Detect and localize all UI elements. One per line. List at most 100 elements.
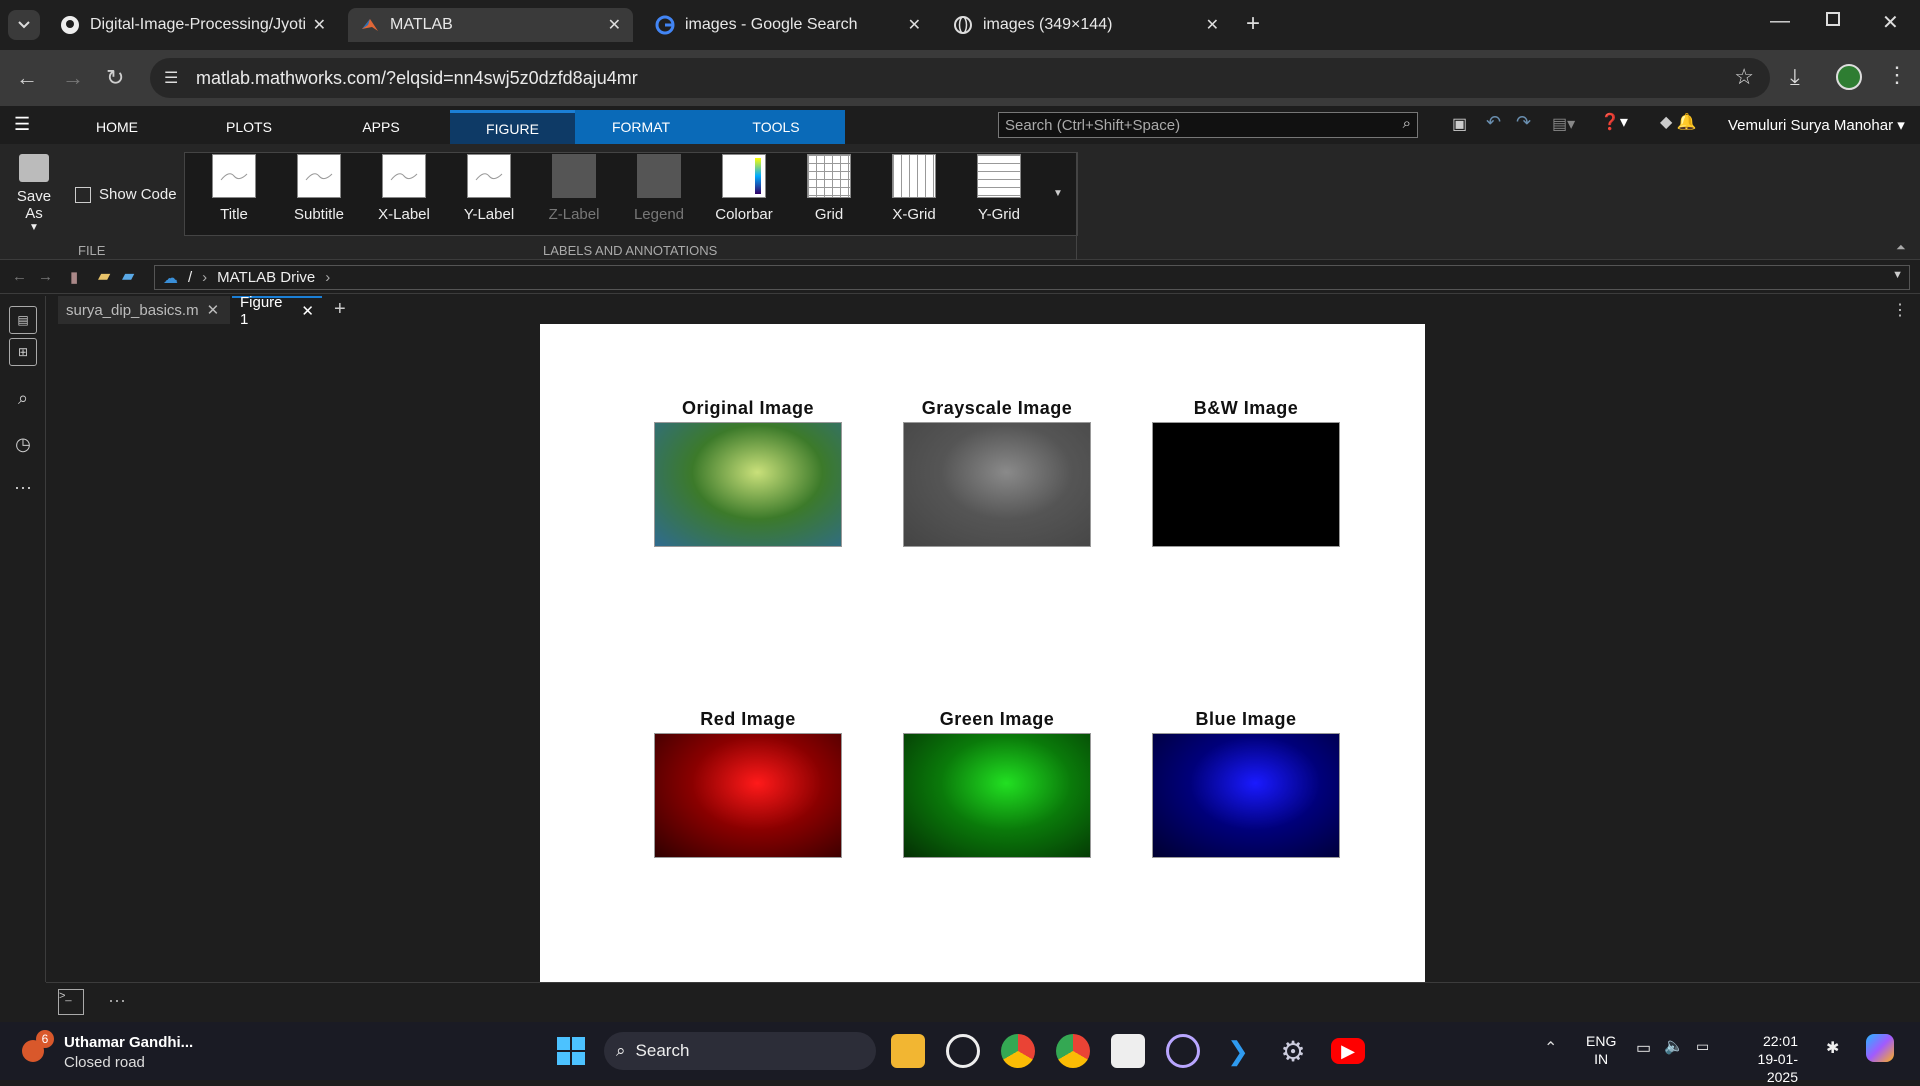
blue-image: [1152, 733, 1340, 858]
title-button[interactable]: Title: [196, 154, 272, 223]
undo-icon[interactable]: ↶: [1486, 112, 1501, 133]
close-icon[interactable]: ✕: [207, 301, 220, 319]
path-input[interactable]: ☁ / › MATLAB Drive › ▼: [154, 265, 1910, 290]
start-button[interactable]: [554, 1034, 588, 1068]
figure-canvas[interactable]: Original Image Grayscale Image B&W Image…: [540, 324, 1425, 982]
ribbon-expand-icon[interactable]: ▼: [1053, 188, 1063, 199]
user-menu[interactable]: Vemuluri Surya Manohar ▾: [1728, 116, 1905, 134]
language-indicator[interactable]: ENG IN: [1586, 1032, 1616, 1068]
command-window-icon[interactable]: >_: [58, 989, 84, 1015]
x-label-button[interactable]: X-Label: [366, 154, 442, 223]
show-hidden-icons[interactable]: ⌃: [1544, 1038, 1557, 1058]
more-options-icon[interactable]: ⋯: [108, 991, 126, 1012]
close-tab-icon[interactable]: ✕: [608, 15, 621, 35]
clock[interactable]: 22:01 19-01-2025: [1738, 1032, 1798, 1086]
youtube-icon[interactable]: ▶: [1331, 1038, 1365, 1064]
browser-tab-matlab[interactable]: MATLAB ✕: [348, 8, 633, 42]
taskbar-search-box[interactable]: ⌕ Search: [604, 1032, 876, 1070]
download-icon[interactable]: ⤓: [1790, 64, 1800, 90]
reload-button[interactable]: ↻: [106, 65, 124, 91]
close-tab-icon[interactable]: ✕: [313, 15, 326, 35]
browser-tab-google[interactable]: images - Google Search ✕: [643, 8, 933, 42]
help-icon[interactable]: ❓▾: [1600, 112, 1628, 132]
close-icon[interactable]: ✕: [301, 302, 314, 320]
google-icon: [655, 15, 675, 35]
arc-browser-icon[interactable]: [1166, 1034, 1200, 1068]
tab-format[interactable]: FORMAT: [575, 110, 707, 144]
subtitle-icon: [297, 154, 341, 198]
whatsapp-icon[interactable]: [946, 1034, 980, 1068]
network-icon[interactable]: ▭: [1636, 1038, 1651, 1058]
chrome-profile-icon[interactable]: [1056, 1034, 1090, 1068]
back-arrow-icon[interactable]: ←: [12, 268, 27, 285]
browse-folder-icon[interactable]: ▰: [122, 266, 134, 286]
tab-search-button[interactable]: [8, 10, 40, 40]
redo-icon[interactable]: ↷: [1516, 112, 1531, 133]
add-tab-icon[interactable]: +: [334, 298, 346, 321]
open-folder-icon[interactable]: ▰: [98, 266, 110, 286]
colorbar-button[interactable]: Colorbar: [706, 154, 782, 223]
tab-figure[interactable]: FIGURE: [450, 110, 575, 144]
forward-arrow-icon[interactable]: →: [38, 268, 53, 285]
close-tab-icon[interactable]: ✕: [908, 15, 921, 35]
red-image: [654, 733, 842, 858]
tab-script-file[interactable]: surya_dip_basics.m ✕: [58, 296, 230, 324]
microsoft-store-icon[interactable]: [1111, 1034, 1145, 1068]
matlab-search-input[interactable]: Search (Ctrl+Shift+Space) ⌕: [998, 112, 1418, 138]
subtitle-button[interactable]: Subtitle: [281, 154, 357, 223]
layout-icon[interactable]: ▤▾: [1552, 114, 1575, 134]
chrome-icon[interactable]: [1001, 1034, 1035, 1068]
browser-tab-images[interactable]: images (349×144) ✕: [941, 8, 1231, 42]
tabs-menu-icon[interactable]: ⋮: [1892, 300, 1908, 320]
notifications-icon[interactable]: ✱: [1826, 1038, 1839, 1058]
close-window-button[interactable]: ✕: [1882, 10, 1899, 35]
settings-gear-icon[interactable]: ⚙: [1276, 1034, 1310, 1068]
up-folder-icon[interactable]: ▮: [70, 268, 78, 286]
tab-plots[interactable]: PLOTS: [208, 110, 290, 144]
file-explorer-icon[interactable]: [891, 1034, 925, 1068]
grid-button[interactable]: Grid: [791, 154, 867, 223]
command-history-icon[interactable]: ◷: [9, 430, 37, 458]
tab-home[interactable]: HOME: [76, 110, 158, 144]
subplot-green: Green Image: [903, 709, 1091, 858]
x-grid-button[interactable]: X-Grid: [876, 154, 952, 223]
notification-bell-icon[interactable]: ◆ 🔔: [1660, 112, 1697, 132]
show-code-checkbox[interactable]: Show Code: [75, 186, 177, 203]
x-label-icon: [382, 154, 426, 198]
browser-tab-github[interactable]: Digital-Image-Processing/Jyotir ✕: [48, 8, 338, 42]
hamburger-menu-icon[interactable]: ☰: [14, 114, 30, 135]
new-tab-button[interactable]: +: [1246, 10, 1260, 38]
site-info-icon[interactable]: ☰: [164, 68, 178, 88]
minimize-button[interactable]: —: [1770, 10, 1790, 33]
menu-kebab-icon[interactable]: ⋮: [1886, 62, 1908, 88]
battery-icon[interactable]: ▭: [1696, 1038, 1709, 1055]
search-icon[interactable]: ⌕: [1403, 115, 1411, 132]
y-grid-button[interactable]: Y-Grid: [961, 154, 1037, 223]
save-icon[interactable]: ▣: [1452, 114, 1467, 134]
tab-figure-1[interactable]: Figure 1 ✕: [232, 294, 322, 328]
forward-button[interactable]: →: [62, 65, 84, 91]
tab-tools[interactable]: TOOLS: [707, 110, 845, 144]
find-files-icon[interactable]: ⌕: [9, 384, 37, 412]
weather-widget[interactable]: 6 Uthamar Gandhi... Closed road: [22, 1030, 202, 1074]
tab-apps[interactable]: APPS: [340, 110, 422, 144]
collapse-ribbon-icon[interactable]: ⏶: [1896, 240, 1906, 255]
address-bar[interactable]: ☰ matlab.mathworks.com/?elqsid=nn4swj5z0…: [150, 58, 1770, 98]
path-folder[interactable]: MATLAB Drive: [217, 269, 315, 286]
bookmark-star-icon[interactable]: ☆: [1734, 64, 1754, 90]
volume-icon[interactable]: 🔈: [1664, 1036, 1684, 1056]
restore-button[interactable]: [1826, 12, 1840, 26]
path-dropdown-icon[interactable]: ▼: [1892, 269, 1903, 281]
workspace-panel-icon[interactable]: ⊞: [9, 338, 37, 366]
close-tab-icon[interactable]: ✕: [1206, 15, 1219, 35]
copilot-icon[interactable]: [1866, 1034, 1894, 1062]
files-panel-icon[interactable]: ▤: [9, 306, 37, 334]
back-button[interactable]: ←: [16, 65, 38, 91]
save-as-button[interactable]: Save As ▼: [8, 154, 60, 233]
windows-taskbar: 6 Uthamar Gandhi... Closed road ⌕ Search…: [0, 1022, 1920, 1085]
matlab-icon: [360, 15, 380, 35]
vscode-icon[interactable]: ❯: [1221, 1034, 1255, 1068]
y-label-button[interactable]: Y-Label: [451, 154, 527, 223]
profile-avatar[interactable]: [1836, 64, 1862, 90]
more-panels-icon[interactable]: ⋯: [9, 474, 37, 502]
